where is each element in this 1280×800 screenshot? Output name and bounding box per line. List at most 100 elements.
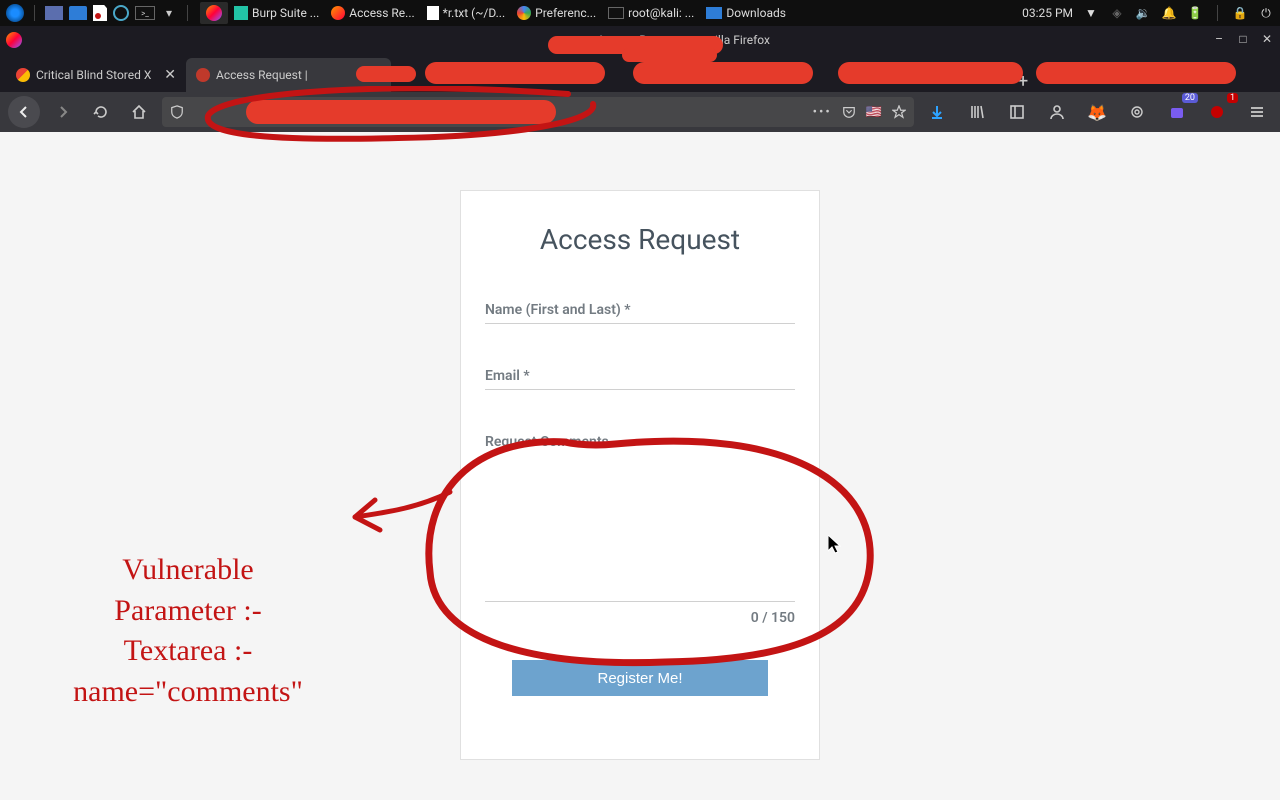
task-files[interactable]: Downloads (700, 2, 792, 24)
tab-gmail[interactable]: Critical Blind Stored X ✕ (6, 58, 186, 92)
wifi-icon[interactable]: ▼ (1083, 5, 1099, 21)
task-editor[interactable]: *r.txt (~/D... (421, 2, 511, 24)
battery-icon[interactable]: 🔋 (1187, 5, 1203, 21)
annotation-line: Parameter :- (33, 591, 343, 632)
task-label: root@kali: ... (628, 6, 694, 20)
pocket-icon[interactable] (842, 105, 856, 119)
task-label: *r.txt (~/D... (443, 6, 505, 20)
comments-label: Request Comments (485, 434, 795, 450)
cursor-icon (828, 535, 844, 555)
home-button[interactable] (124, 97, 154, 127)
redaction (633, 62, 813, 84)
redaction (838, 62, 1023, 84)
container-icon[interactable]: 20 (1162, 97, 1192, 127)
form-title: Access Request (485, 223, 795, 256)
task-chromium[interactable]: Preferenc... (511, 2, 602, 24)
tab-label: Critical Blind Stored X (36, 68, 151, 82)
system-panel: >_ ▾ Burp Suite ... Access Re... *r.txt … (0, 0, 1280, 26)
editor-icon (427, 6, 439, 20)
window-title-suffix: illa Firefox (715, 33, 770, 47)
library-icon[interactable] (962, 97, 992, 127)
extension-gear-icon[interactable] (1122, 97, 1152, 127)
taskbar: Burp Suite ... Access Re... *r.txt (~/D.… (200, 2, 1022, 24)
tab-close-icon[interactable]: ✕ (164, 67, 176, 83)
char-counter: 0 / 150 (485, 610, 795, 626)
notifications-icon[interactable]: 🔔 (1161, 5, 1177, 21)
back-button[interactable] (8, 96, 40, 128)
task-label: Preferenc... (535, 6, 596, 20)
terminal-icon[interactable]: >_ (135, 6, 155, 20)
kali-menu-icon[interactable] (6, 4, 24, 22)
redaction (425, 62, 605, 84)
bookmark-star-icon[interactable] (892, 105, 906, 119)
separator (34, 5, 35, 21)
firefox-icon (206, 5, 222, 21)
terminal-icon (608, 7, 624, 19)
page-viewport: Access Request Name (First and Last) * E… (0, 132, 1280, 800)
gmail-icon (16, 68, 30, 82)
redaction (1036, 62, 1236, 84)
tab-label: Access Request | (216, 68, 308, 82)
task-label: Access Re... (349, 6, 414, 20)
editor-icon[interactable] (93, 5, 107, 21)
forward-button[interactable] (48, 97, 78, 127)
annotation-line: name="comments" (33, 672, 343, 713)
badge-count: 20 (1182, 93, 1198, 103)
clock: 03:25 PM (1022, 6, 1073, 20)
site-icon (196, 68, 210, 82)
email-input[interactable] (485, 386, 795, 390)
lock-icon[interactable]: 🔒 (1232, 5, 1248, 21)
badge-count: 1 (1227, 93, 1238, 103)
downloads-icon[interactable] (922, 97, 952, 127)
name-input[interactable] (485, 320, 795, 324)
meatball-icon[interactable]: ••• (813, 105, 832, 120)
account-icon[interactable] (1042, 97, 1072, 127)
task-label: Burp Suite ... (252, 6, 319, 20)
shield-icon[interactable] (170, 105, 184, 119)
annotation-line: Vulnerable (33, 550, 343, 591)
access-request-card: Access Request Name (First and Last) * E… (460, 190, 820, 760)
sidebar-icon[interactable] (1002, 97, 1032, 127)
foxy-icon[interactable]: 🦊 (1082, 97, 1112, 127)
email-label: Email * (485, 368, 795, 384)
reload-button[interactable] (86, 97, 116, 127)
chromium-icon (517, 6, 531, 20)
task-firefox[interactable] (200, 2, 228, 24)
redaction (246, 100, 556, 124)
volume-icon[interactable]: 🔉 (1135, 5, 1151, 21)
register-button[interactable]: Register Me! (512, 660, 768, 696)
task-burp[interactable]: Burp Suite ... (228, 2, 325, 24)
maximize-button[interactable]: □ (1236, 33, 1250, 47)
name-label: Name (First and Last) * (485, 302, 795, 318)
files-icon[interactable] (69, 6, 87, 20)
email-field: Email * (485, 368, 795, 390)
burp-icon (234, 6, 248, 20)
window-list-icon[interactable] (45, 6, 63, 20)
separator (1217, 5, 1218, 21)
close-button[interactable]: ✕ (1260, 33, 1274, 47)
comments-textarea[interactable] (485, 452, 795, 602)
annotation-line: Textarea :- (33, 631, 343, 672)
minimize-button[interactable]: – (1212, 33, 1226, 47)
name-field: Name (First and Last) * (485, 302, 795, 324)
addon-icon[interactable]: 1 (1202, 97, 1232, 127)
hamburger-menu-icon[interactable] (1242, 97, 1272, 127)
firefox-icon (331, 6, 345, 20)
tor-icon[interactable]: ◈ (1109, 5, 1125, 21)
dropdown-arrow-icon[interactable]: ▾ (161, 5, 177, 21)
separator (187, 5, 188, 21)
globe-icon[interactable] (113, 5, 129, 21)
redaction (356, 66, 416, 82)
annotation-text: Vulnerable Parameter :- Textarea :- name… (33, 550, 343, 712)
annotation-arrow (340, 482, 470, 552)
task-label: Downloads (726, 6, 786, 20)
flag-icon[interactable]: 🇺🇸 (866, 105, 882, 120)
firefox-toolbar: ••• 🇺🇸 🦊 20 1 (0, 92, 1280, 132)
comments-field: Request Comments 0 / 150 (485, 434, 795, 626)
task-firefox-2[interactable]: Access Re... (325, 2, 420, 24)
power-icon[interactable]: ⏻ (1258, 5, 1274, 21)
redaction (622, 48, 717, 62)
folder-icon (706, 7, 722, 19)
task-terminal[interactable]: root@kali: ... (602, 2, 700, 24)
firefox-icon (6, 32, 22, 48)
